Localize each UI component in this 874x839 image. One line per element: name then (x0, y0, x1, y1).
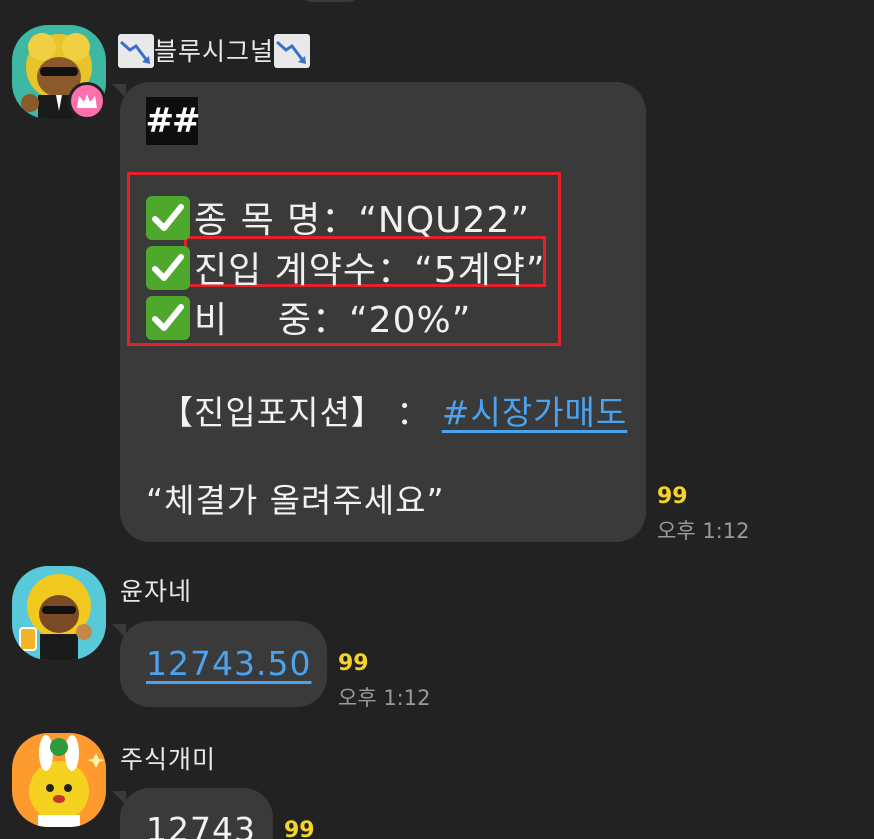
timestamp: 오후 1:12 (338, 686, 431, 710)
avatar-sender-2[interactable] (12, 566, 106, 660)
info-value: “NQU22” (358, 200, 530, 241)
crown-icon (68, 82, 106, 120)
info-separator: ： (377, 250, 415, 291)
position-hashtag-link[interactable]: #시장가매도 (442, 393, 627, 432)
check-icon (146, 196, 190, 240)
check-icon (146, 296, 190, 340)
price-text: 12743 (146, 810, 256, 839)
read-count: 99 (338, 651, 369, 676)
hashtag-header: ## (146, 97, 201, 145)
price-link[interactable]: 12743.50 (146, 644, 311, 683)
sender-name-2: 윤자네 (120, 577, 193, 606)
info-separator: ： (321, 200, 359, 241)
previous-message-bubble[interactable] (300, 0, 360, 2)
position-separator: ： (396, 393, 431, 432)
read-count: 99 (657, 484, 688, 509)
chat-room: 블루시그널 ## 종 목 명：“NQU22” 진입 계약수：“5계약” 비 중：… (0, 0, 874, 839)
info-label: 종 목 명 (194, 200, 322, 241)
info-value: “5계약” (414, 250, 546, 291)
request-text: “체결가 올려주세요” (146, 481, 445, 520)
check-icon (146, 246, 190, 290)
info-line-item: 종 목 명：“NQU22” (146, 191, 530, 244)
info-separator: ： (312, 300, 350, 341)
position-line: 【진입포지션】 ： #시장가매도 (160, 386, 627, 434)
timestamp: 오후 1:12 (657, 519, 750, 543)
avatar-sender-3[interactable] (12, 733, 106, 827)
chart-down-icon (118, 34, 154, 68)
info-line-contracts: 진입 계약수：“5계약” (146, 241, 546, 294)
info-label: 비 중 (194, 300, 313, 341)
info-value: “20%” (349, 300, 472, 341)
sender-name-1: 블루시그널 (118, 32, 311, 70)
position-label: 【진입포지션】 (160, 393, 385, 432)
sender-name-3: 주식개미 (120, 745, 217, 774)
chart-down-icon (274, 34, 311, 68)
info-label: 진입 계약수 (194, 250, 378, 291)
info-line-weight: 비 중：“20%” (146, 291, 471, 344)
read-count: 99 (284, 818, 315, 839)
